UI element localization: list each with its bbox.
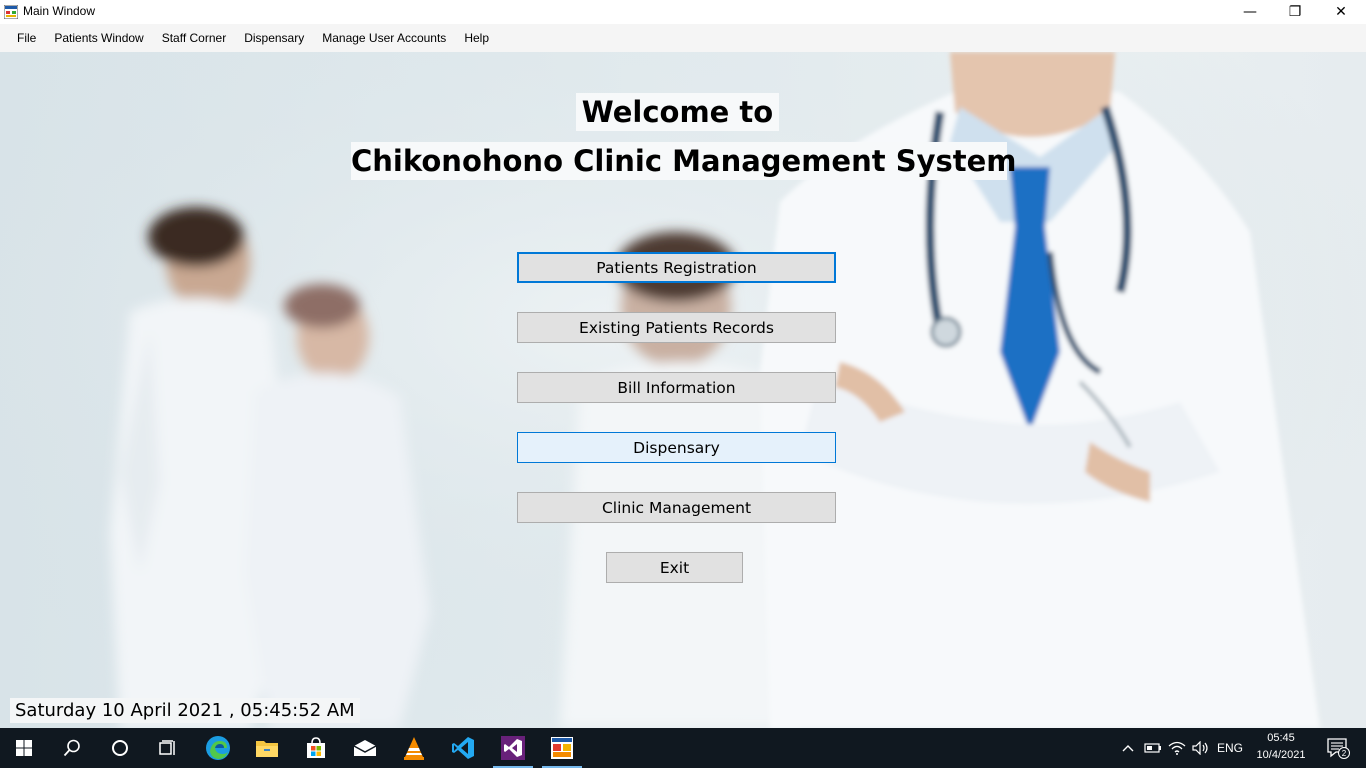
welcome-heading: Welcome to <box>576 93 779 131</box>
dispensary-button[interactable]: Dispensary <box>517 432 836 463</box>
battery-icon[interactable] <box>1142 728 1164 768</box>
window-title: Main Window <box>23 4 96 18</box>
visual-studio-icon[interactable] <box>489 728 537 768</box>
taskbar-clock[interactable]: 05:45 10/4/2021 <box>1244 730 1318 766</box>
menu-dispensary[interactable]: Dispensary <box>235 27 313 50</box>
search-icon[interactable] <box>48 728 96 768</box>
menu-staff-corner[interactable]: Staff Corner <box>153 27 235 50</box>
taskbar: ENG 05:45 10/4/2021 2 <box>0 728 1366 768</box>
existing-patients-records-button[interactable]: Existing Patients Records <box>517 312 836 343</box>
notification-count: 2 <box>1342 749 1347 758</box>
task-view-icon[interactable] <box>144 728 192 768</box>
restore-button[interactable]: ❐ <box>1272 0 1318 24</box>
volume-icon[interactable] <box>1190 728 1212 768</box>
edge-icon[interactable] <box>194 728 242 768</box>
exit-button[interactable]: Exit <box>606 552 743 583</box>
datetime-label: Saturday 10 April 2021 , 05:45:52 AM <box>10 698 360 723</box>
clock-time: 05:45 <box>1267 732 1295 744</box>
patients-registration-button[interactable]: Patients Registration <box>517 252 836 283</box>
chevron-up-icon[interactable] <box>1118 728 1138 768</box>
mail-icon[interactable] <box>341 728 389 768</box>
menu-manage-user-accounts[interactable]: Manage User Accounts <box>313 27 455 50</box>
bill-information-button[interactable]: Bill Information <box>517 372 836 403</box>
cortana-icon[interactable] <box>96 728 144 768</box>
menu-help[interactable]: Help <box>455 27 498 50</box>
vlc-icon[interactable] <box>390 728 438 768</box>
main-panel: Welcome to Chikonohono Clinic Management… <box>0 52 1366 728</box>
notification-center-icon[interactable]: 2 <box>1318 728 1358 768</box>
language-indicator[interactable]: ENG <box>1214 728 1246 768</box>
windows-start-icon[interactable] <box>0 728 48 768</box>
file-explorer-icon[interactable] <box>243 728 291 768</box>
menu-bar: File Patients Window Staff Corner Dispen… <box>0 24 1366 52</box>
system-title: Chikonohono Clinic Management System <box>351 142 1017 180</box>
store-icon[interactable] <box>292 728 340 768</box>
minimize-button[interactable]: — <box>1227 0 1273 24</box>
clock-date: 10/4/2021 <box>1256 749 1306 761</box>
close-button[interactable]: ✕ <box>1318 0 1364 24</box>
app-window-icon <box>3 4 19 20</box>
wifi-icon[interactable] <box>1166 728 1188 768</box>
title-bar: Main Window — ❐ ✕ <box>0 0 1366 24</box>
menu-file[interactable]: File <box>8 27 45 50</box>
app-icon[interactable] <box>538 728 586 768</box>
vscode-icon[interactable] <box>439 728 487 768</box>
clinic-management-button[interactable]: Clinic Management <box>517 492 836 523</box>
menu-patients-window[interactable]: Patients Window <box>45 27 152 50</box>
